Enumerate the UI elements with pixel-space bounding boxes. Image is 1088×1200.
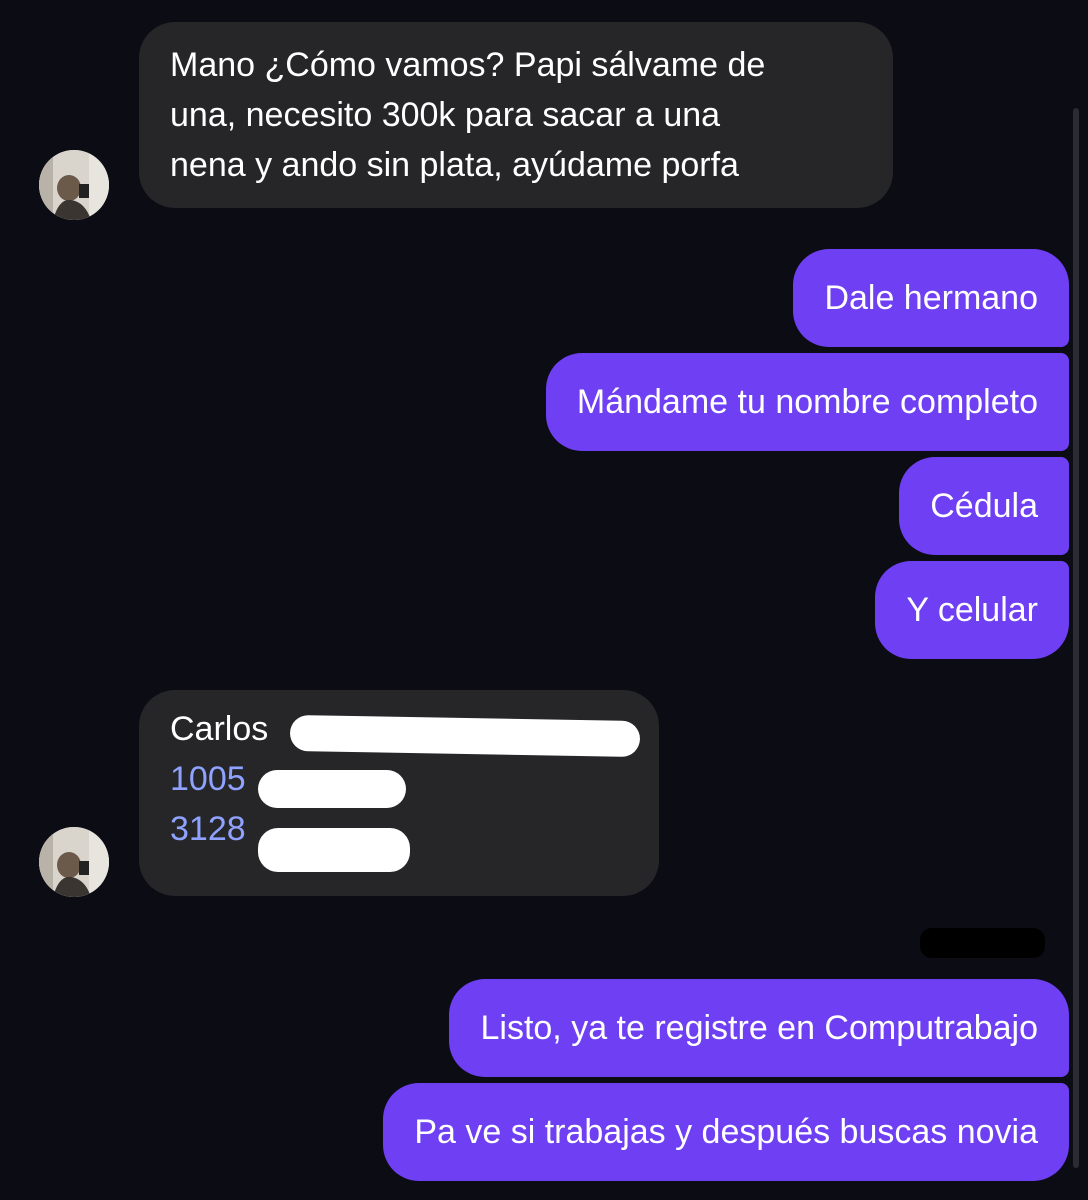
avatar-photo-icon (39, 827, 109, 897)
message-text: nena y ando sin plata, ayúdame porfa (170, 146, 739, 184)
scrollbar[interactable] (1073, 108, 1079, 1168)
message-bubble-outgoing[interactable]: Cédula (899, 457, 1069, 555)
message-text: Cédula (930, 487, 1038, 525)
message-bubble-outgoing[interactable]: Y celular (875, 561, 1069, 659)
message-text: una, necesito 300k para sacar a una (170, 96, 721, 134)
redaction-mark (289, 714, 641, 758)
contact-avatar[interactable] (39, 150, 109, 220)
message-bubble-incoming[interactable]: Mano ¿Cómo vamos? Papi sálvame de una, n… (139, 22, 893, 208)
message-text: Dale hermano (824, 279, 1038, 317)
message-bubble-outgoing[interactable]: Dale hermano (793, 249, 1069, 347)
redaction-mark (258, 770, 406, 808)
message-bubble-outgoing[interactable]: Listo, ya te registre en Computrabajo (449, 979, 1069, 1077)
message-text: Mándame tu nombre completo (576, 383, 1038, 421)
redaction-mark (258, 828, 410, 872)
avatar-photo-icon (39, 150, 109, 220)
message-text: Pa ve si trabajas y después buscas novia (414, 1113, 1038, 1151)
chat-screen: Mano ¿Cómo vamos? Papi sálvame de una, n… (0, 0, 1088, 1200)
redaction-mark (920, 928, 1045, 958)
message-bubble-outgoing[interactable]: Pa ve si trabajas y después buscas novia (383, 1083, 1069, 1181)
contact-avatar[interactable] (39, 827, 109, 897)
message-text: Mano ¿Cómo vamos? Papi sálvame de (170, 46, 766, 84)
message-bubble-outgoing[interactable]: Mándame tu nombre completo (545, 353, 1069, 451)
message-text: Listo, ya te registre en Computrabajo (480, 1009, 1038, 1047)
message-text: Y celular (906, 591, 1038, 629)
